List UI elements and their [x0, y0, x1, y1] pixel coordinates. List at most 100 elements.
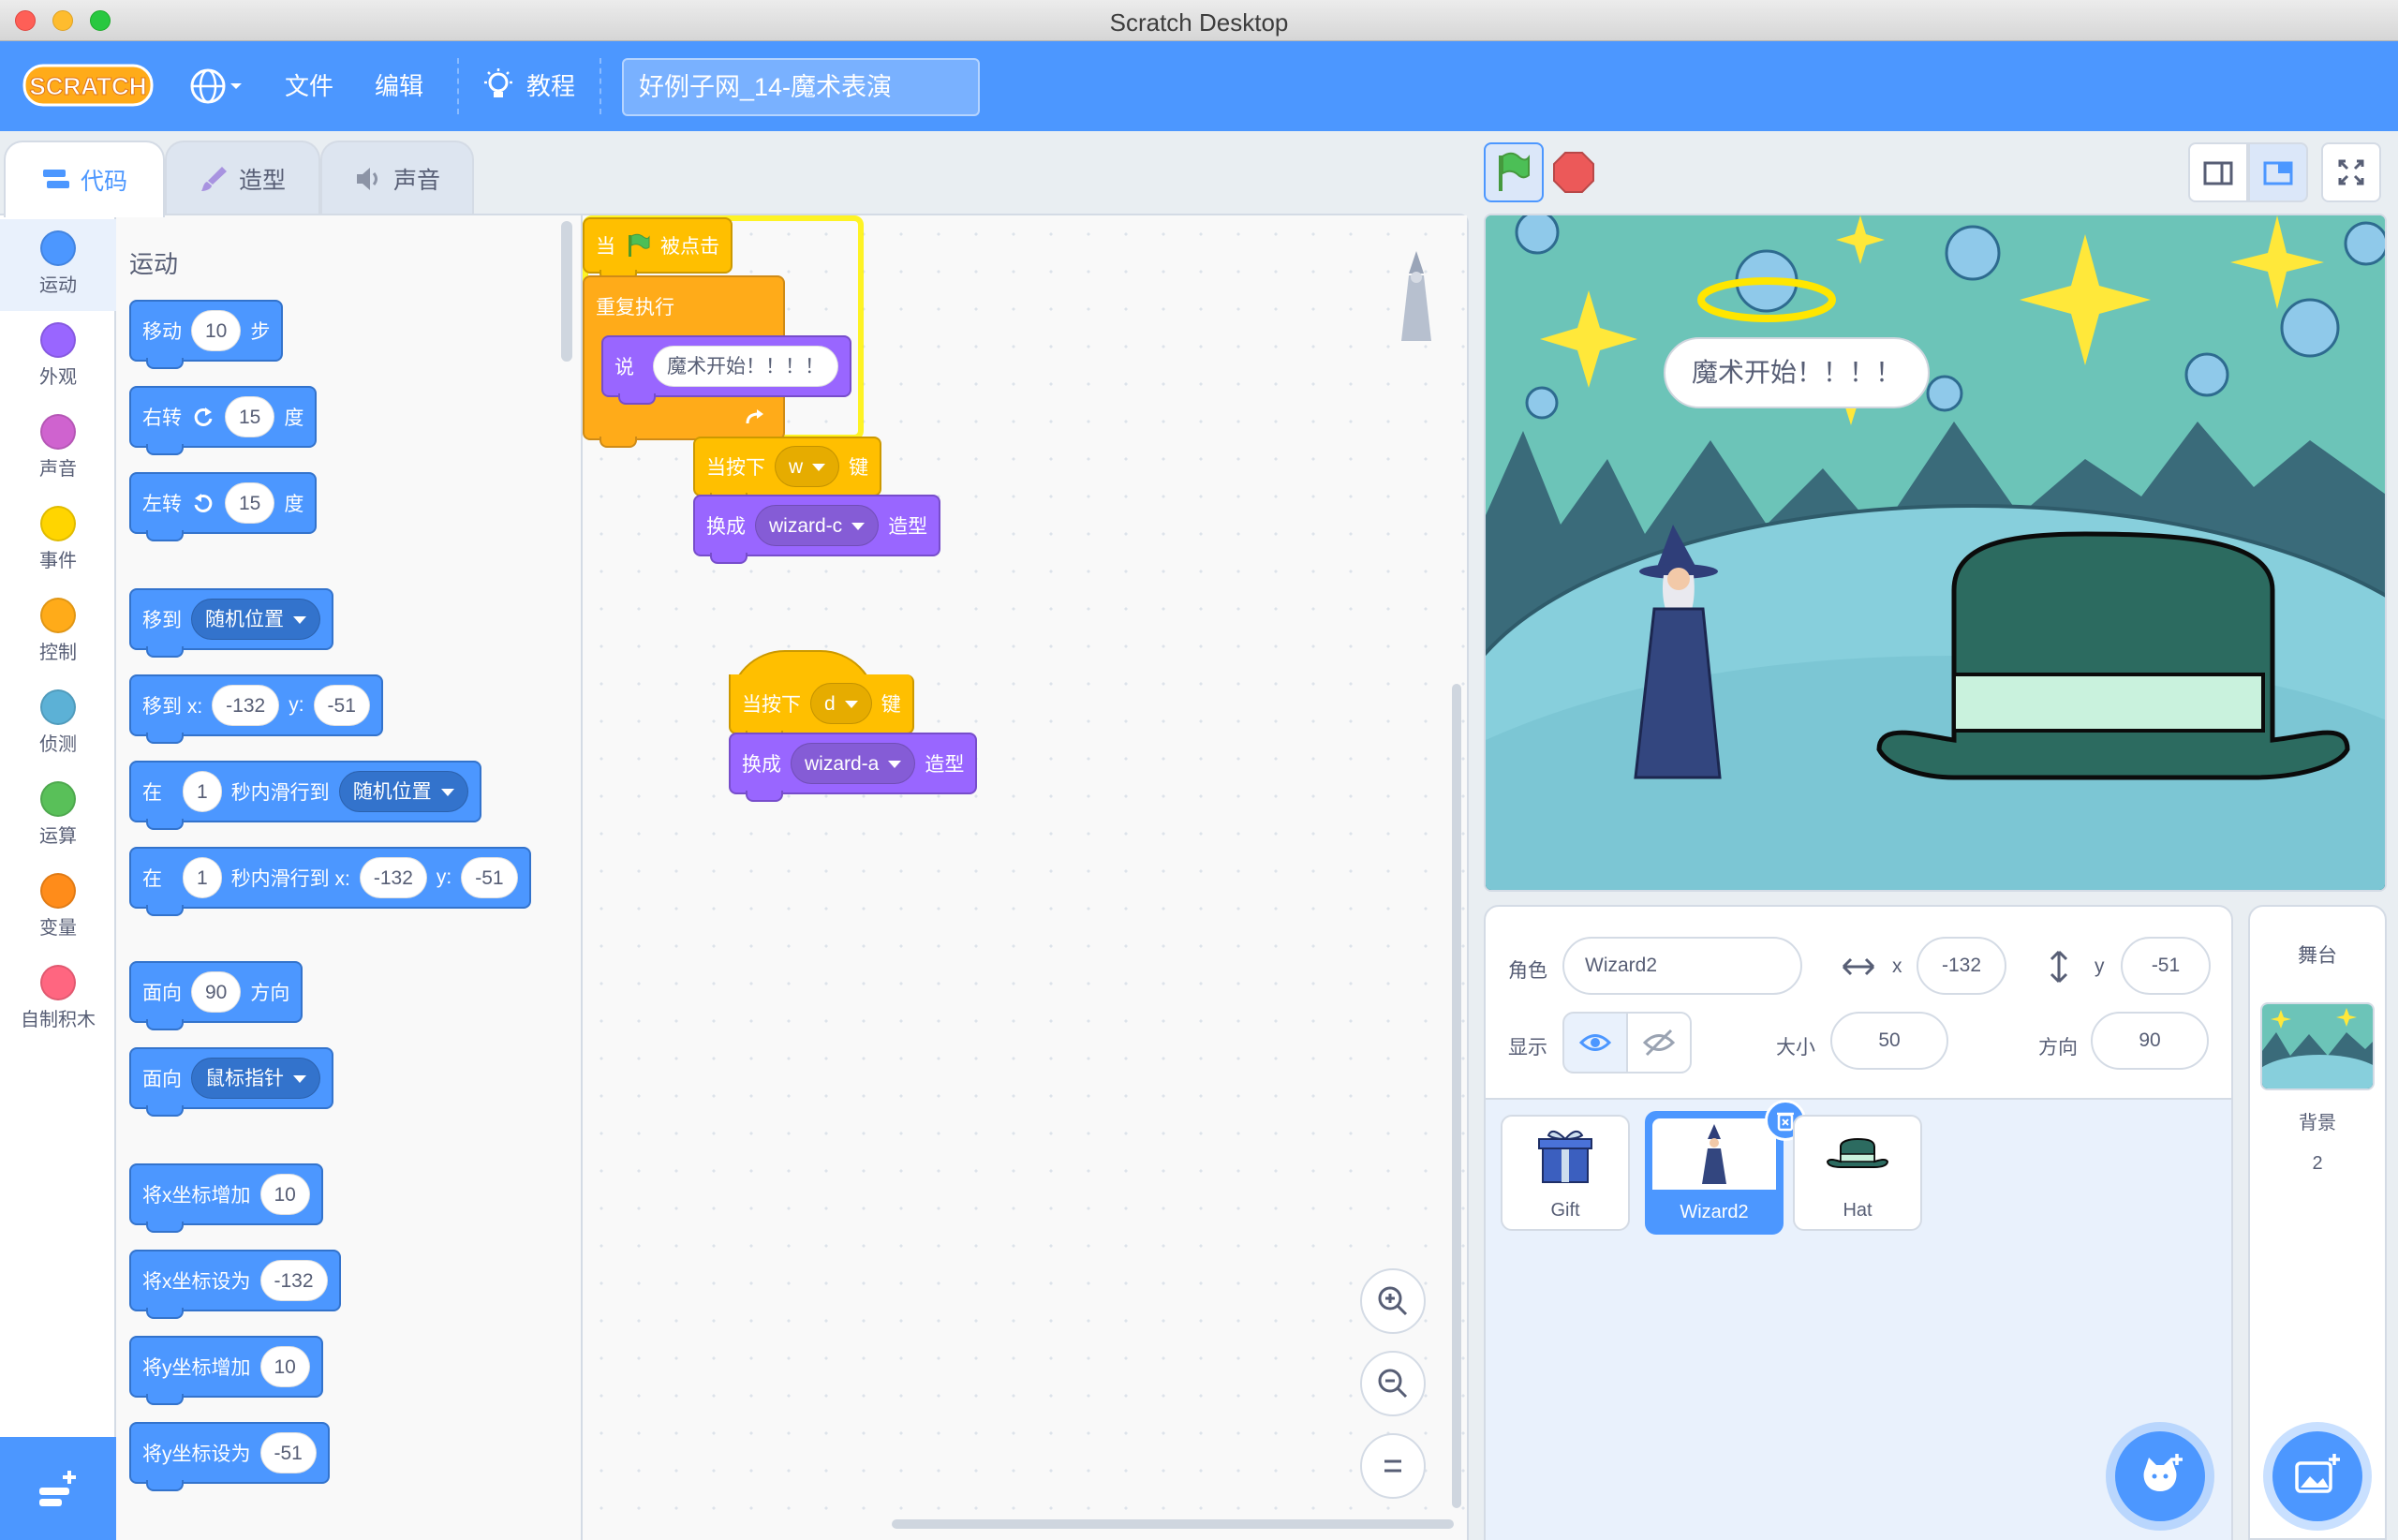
hide-sprite-button[interactable] — [1626, 1012, 1692, 1074]
show-sprite-button[interactable] — [1562, 1012, 1628, 1074]
category-color-dot — [40, 689, 76, 725]
tab-costumes[interactable]: 造型 — [165, 141, 320, 215]
edit-menu[interactable]: 编辑 — [375, 41, 423, 131]
block-goto-xy[interactable]: 移到 x: -132 y: -51 — [129, 674, 383, 744]
block-change-y[interactable]: 将y坐标增加 10 — [129, 1336, 323, 1405]
script-workspace[interactable]: 当 被点击 重复执行 说 魔术开始！！！！ 当按下 w 键 换成 wizard-… — [583, 215, 1467, 1540]
tab-code[interactable]: 代码 — [4, 141, 165, 217]
category-looks[interactable]: 外观 — [0, 311, 116, 403]
costume-dropdown[interactable]: wizard-a — [791, 743, 916, 784]
stop-button[interactable] — [1551, 150, 1596, 200]
size-label: 大小 — [1776, 1037, 1815, 1059]
x-input[interactable]: -132 — [1917, 937, 2006, 995]
block-glide-to[interactable]: 在 1 秒内滑行到 随机位置 — [129, 761, 481, 830]
category-color-dot — [40, 230, 76, 266]
block-text: 将x坐标增加 — [142, 1185, 251, 1207]
tab-sounds[interactable]: 声音 — [320, 141, 474, 215]
y-label: y — [2095, 955, 2105, 977]
backdrop-thumbnail[interactable] — [2260, 1002, 2375, 1090]
add-backdrop-button[interactable] — [2272, 1431, 2362, 1521]
sprite-tile-gift[interactable]: Gift — [1501, 1115, 1630, 1231]
block-when-key-w-pressed[interactable]: 当按下 w 键 — [693, 437, 882, 504]
block-text: y: — [289, 694, 304, 716]
block-switch-costume-c[interactable]: 换成 wizard-c 造型 — [693, 495, 941, 564]
lightbulb-icon — [484, 68, 512, 97]
y-input[interactable]: -51 — [2121, 937, 2211, 995]
block-change-x[interactable]: 将x坐标增加 10 — [129, 1163, 323, 1233]
palette-scrollbar[interactable] — [561, 221, 572, 362]
category-label: 外观 — [39, 367, 77, 388]
stage-canvas[interactable]: 魔术开始！！！！ — [1484, 214, 2387, 892]
zoom-reset-button[interactable] — [1360, 1433, 1426, 1499]
category-sound[interactable]: 声音 — [0, 403, 116, 495]
file-menu[interactable]: 文件 — [285, 41, 333, 131]
block-say[interactable]: 说 魔术开始！！！！ — [601, 335, 851, 405]
category-operators[interactable]: 运算 — [0, 770, 116, 862]
block-goto[interactable]: 移到 随机位置 — [129, 588, 333, 658]
scratch-logo[interactable]: SCRATCH — [22, 62, 154, 109]
vertical-arrows-icon — [2050, 950, 2068, 984]
say-text-input[interactable]: 魔术开始！！！！ — [653, 346, 838, 387]
block-when-flag-clicked[interactable]: 当 被点击 — [583, 217, 733, 281]
size-input[interactable]: 50 — [1830, 1012, 1948, 1070]
workspace-horizontal-scrollbar[interactable] — [892, 1519, 1454, 1529]
category-variables[interactable]: 变量 — [0, 862, 116, 954]
block-number-input[interactable]: -51 — [313, 685, 370, 726]
category-motion[interactable]: 运动 — [0, 219, 116, 311]
key-dropdown[interactable]: w — [775, 446, 840, 487]
block-point-direction[interactable]: 面向 90 方向 — [129, 961, 303, 1030]
sprite-tile-wizard2[interactable]: Wizard2 — [1645, 1111, 1784, 1235]
block-text: y: — [436, 866, 452, 888]
block-number-input[interactable]: 15 — [225, 396, 275, 437]
block-number-input[interactable]: 10 — [259, 1174, 310, 1215]
block-text: 说 — [614, 357, 634, 378]
tutorials-menu[interactable]: 教程 — [481, 41, 575, 131]
block-number-input[interactable]: -132 — [212, 685, 280, 726]
category-label: 运动 — [39, 275, 77, 296]
green-flag-button[interactable] — [1484, 142, 1544, 202]
block-move-steps[interactable]: 移动 10 步 — [129, 300, 284, 369]
block-number-input[interactable]: 1 — [183, 771, 222, 812]
language-menu[interactable] — [187, 41, 244, 131]
zoom-out-button[interactable] — [1360, 1351, 1426, 1416]
block-number-input[interactable]: 10 — [259, 1346, 310, 1387]
block-set-y[interactable]: 将y坐标设为 -51 — [129, 1422, 330, 1491]
block-turn-left[interactable]: 左转 15 度 — [129, 472, 318, 541]
direction-input[interactable]: 90 — [2091, 1012, 2209, 1070]
key-dropdown[interactable]: d — [810, 683, 872, 724]
large-stage-button[interactable] — [2248, 142, 2308, 202]
sprite-tile-hat[interactable]: Hat — [1793, 1115, 1922, 1231]
block-number-input[interactable]: -132 — [259, 1260, 328, 1301]
block-dropdown[interactable]: 随机位置 — [191, 599, 320, 640]
block-number-input[interactable]: -51 — [461, 857, 518, 898]
block-set-x[interactable]: 将x坐标设为 -132 — [129, 1250, 341, 1319]
zoom-in-button[interactable] — [1360, 1268, 1426, 1334]
window-title: Scratch Desktop — [1109, 8, 1289, 37]
block-dropdown[interactable]: 鼠标指针 — [191, 1058, 320, 1099]
category-my-blocks[interactable]: 自制积木 — [0, 954, 116, 1045]
sprite-name-input[interactable]: Wizard2 — [1562, 937, 1802, 995]
block-number-input[interactable]: -51 — [259, 1432, 317, 1473]
block-number-input[interactable]: -132 — [359, 857, 427, 898]
block-number-input[interactable]: 1 — [183, 857, 222, 898]
costume-dropdown[interactable]: wizard-c — [755, 505, 880, 546]
category-color-dot — [40, 873, 76, 909]
fullscreen-button[interactable] — [2321, 142, 2381, 202]
add-extension-button[interactable] — [0, 1437, 116, 1540]
category-control[interactable]: 控制 — [0, 586, 116, 678]
block-glide-xy[interactable]: 在 1 秒内滑行到 x: -132 y: -51 — [129, 847, 531, 916]
category-sensing[interactable]: 侦测 — [0, 678, 116, 770]
block-number-input[interactable]: 15 — [225, 482, 275, 524]
small-stage-button[interactable] — [2188, 142, 2248, 202]
add-sprite-button[interactable] — [2115, 1431, 2205, 1521]
block-when-key-d-pressed[interactable]: 当按下 d 键 — [729, 674, 914, 742]
block-point-towards[interactable]: 面向 鼠标指针 — [129, 1047, 333, 1117]
block-dropdown[interactable]: 随机位置 — [338, 771, 468, 812]
block-turn-right[interactable]: 右转 15 度 — [129, 386, 318, 455]
workspace-vertical-scrollbar[interactable] — [1452, 684, 1461, 1508]
block-switch-costume-a[interactable]: 换成 wizard-a 造型 — [729, 733, 978, 802]
block-number-input[interactable]: 10 — [191, 310, 242, 351]
category-events[interactable]: 事件 — [0, 495, 116, 586]
project-title-input[interactable]: 好例子网_14-魔术表演 — [622, 58, 980, 116]
block-number-input[interactable]: 90 — [191, 971, 242, 1013]
